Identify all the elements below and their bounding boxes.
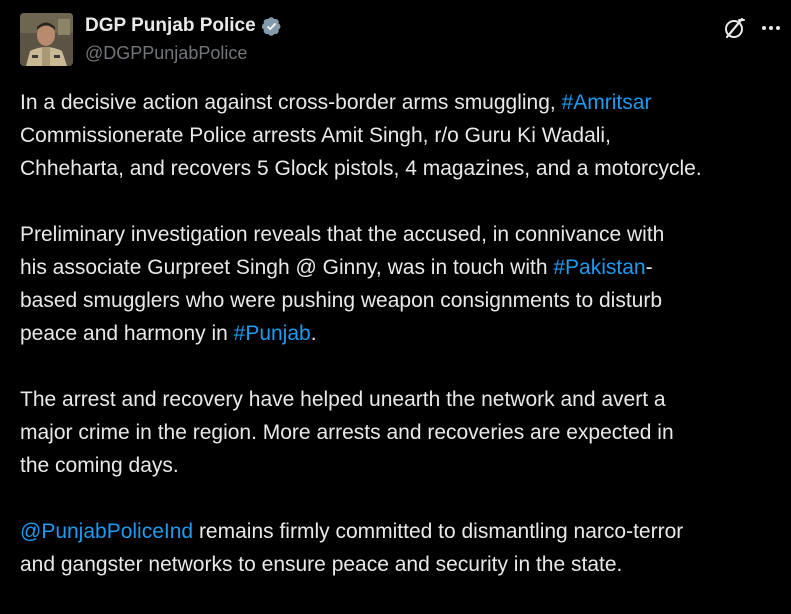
text-line: Chheharta, and recovers 5 Glock pistols,… [20,157,702,180]
hashtag-amritsar[interactable]: #Amritsar [562,91,652,114]
tweet-body: In a decisive action against cross-borde… [20,86,788,614]
author-name-row: DGP Punjab Police [85,14,282,38]
text-span: his associate Gurpreet Singh @ Ginny, wa… [20,256,554,279]
text-span: remains firmly committed to dismantling … [193,520,684,543]
text-span: In a decisive action against cross-borde… [20,91,562,114]
more-options-icon[interactable] [758,16,784,40]
tweet-paragraph-1: In a decisive action against cross-borde… [20,86,788,185]
avatar-image [20,13,73,66]
mention-punjabpoliceind[interactable]: @PunjabPoliceInd [20,520,193,543]
text-line: Preliminary investigation reveals that t… [20,223,665,246]
tweet-paragraph-4: @PunjabPoliceInd remains firmly committe… [20,515,788,581]
text-line: based smugglers who were pushing weapon … [20,289,663,312]
verified-badge-icon [261,16,282,37]
text-line: In a decisive action against cross-borde… [20,86,788,119]
text-line: major crime in the region. More arrests … [20,421,674,444]
author-handle[interactable]: @DGPPunjabPolice [85,41,247,65]
author-display-name[interactable]: DGP Punjab Police [85,14,256,38]
text-line: The arrest and recovery have helped unea… [20,388,666,411]
hashtag-punjab[interactable]: #Punjab [234,322,311,345]
text-span: - [645,256,653,279]
text-span: . [310,322,317,345]
text-line: Commissionerate Police arrests Amit Sing… [20,124,611,147]
grok-icon[interactable] [722,15,748,41]
text-line: @PunjabPoliceInd remains firmly committe… [20,515,788,548]
text-line: his associate Gurpreet Singh @ Ginny, wa… [20,251,788,284]
tweet: DGP Punjab Police @DGPPunjabPolice In a … [0,0,791,584]
text-line: and gangster networks to ensure peace an… [20,553,623,576]
avatar[interactable] [20,13,73,66]
hashtag-pakistan[interactable]: #Pakistan [553,256,645,279]
tweet-paragraph-2: Preliminary investigation reveals that t… [20,218,788,350]
text-span: peace and harmony in [20,322,234,345]
text-line: the coming days. [20,454,179,477]
tweet-paragraph-3: The arrest and recovery have helped unea… [20,383,788,482]
text-line: peace and harmony in #Punjab. [20,317,788,350]
